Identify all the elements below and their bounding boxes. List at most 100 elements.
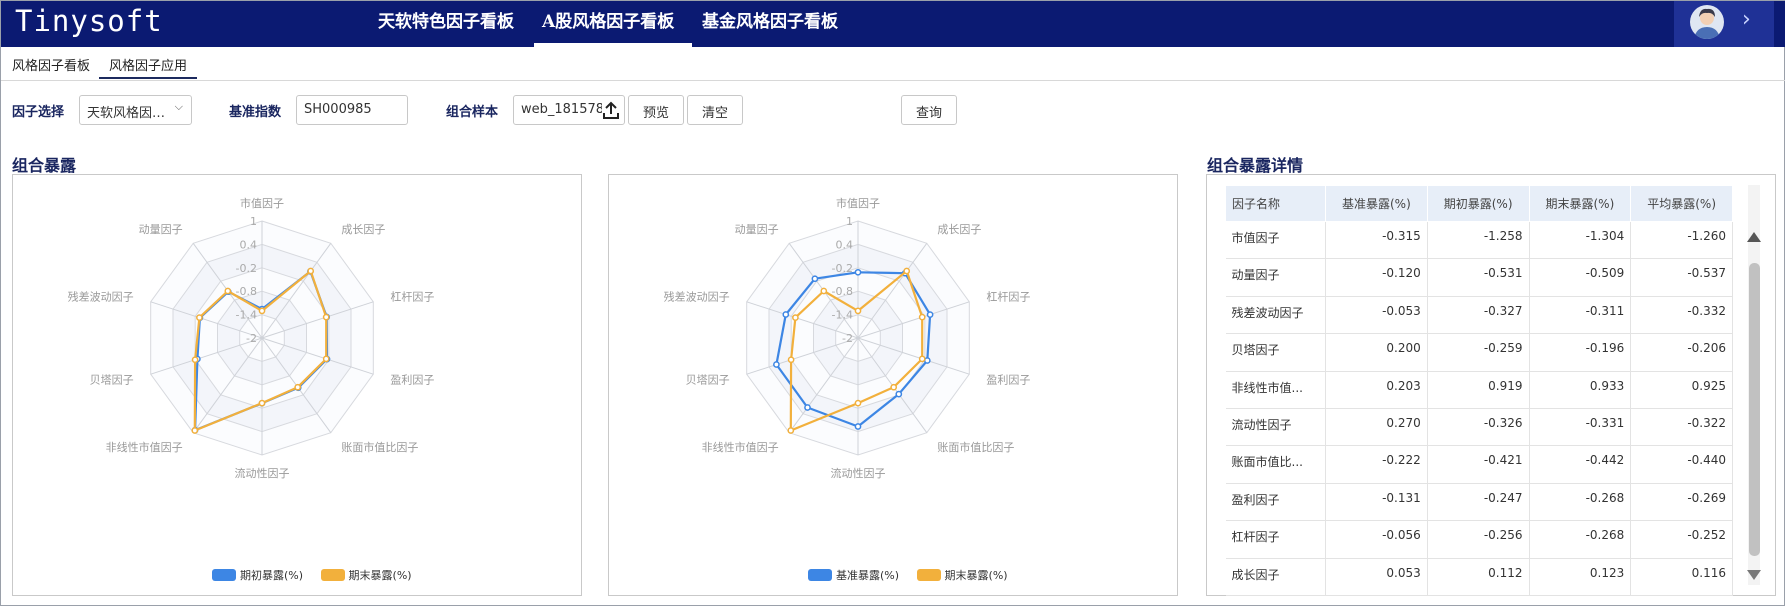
radar-data-point	[224, 287, 232, 295]
table-row[interactable]: 动量因子 -0.120 -0.531 -0.509 -0.537	[1225, 258, 1733, 297]
nav-tab-fund-style[interactable]: 基金风格因子看板	[702, 7, 838, 32]
exposure-detail-panel: 因子名称 基准暴露(%) 期初暴露(%) 期末暴露(%) 平均暴露(%) 市值因子 -0.…	[1206, 174, 1776, 596]
radar-data-point	[854, 307, 862, 315]
exposure-detail-title: 组合暴露详情	[1207, 156, 1304, 175]
exposure-value-cell: -0.537	[1630, 258, 1733, 297]
radar-indicator-label: 贝塔因子	[90, 374, 134, 387]
radar-data-point	[903, 267, 911, 275]
radar-data-point	[926, 311, 934, 318]
radar-data-point	[294, 383, 302, 391]
exposure-value-cell: -0.268	[1529, 483, 1632, 522]
table-row[interactable]: 账面市值比... -0.222 -0.421 -0.442 -0.440	[1225, 445, 1733, 484]
factor-name-cell: 动量因子	[1225, 258, 1326, 297]
radar-chart-period: 10.4-0.2-0.8-1.4-2市值因子成长因子杠杆因子盈利因子账面市值比因…	[68, 196, 435, 480]
radar-data-point	[258, 399, 266, 407]
radar-panel-1: 1 0.4 -0.2 -0.8 -1.4 -2 市值因子 成长因子 杠杆因子 盈利因子 账面市值比因…	[12, 174, 582, 596]
exposure-value-cell: -0.131	[1325, 483, 1428, 522]
benchmark-index-label: 基准指数	[229, 105, 282, 120]
exposure-value-cell: -0.332	[1630, 296, 1733, 335]
factor-select-dropdown[interactable]: 天软风格因… ⌵	[79, 95, 192, 125]
table-row[interactable]: 市值因子 -0.315 -1.258 -1.304 -1.260	[1225, 221, 1733, 260]
exposure-value-cell: 0.270	[1325, 408, 1428, 447]
exposure-value-cell: 0.933	[1529, 371, 1632, 409]
table-scrollbar[interactable]	[1737, 185, 1771, 585]
radar-data-point	[918, 355, 926, 363]
radar-chart-benchmark: 10.4-0.2-0.8-1.4-2市值因子成长因子杠杆因子盈利因子账面市值比因…	[664, 196, 1031, 480]
table-row[interactable]: 杠杆因子 -0.056 -0.256 -0.268 -0.252	[1225, 520, 1733, 559]
table-row[interactable]: 成长因子 0.053 0.112 0.123 0.116	[1225, 558, 1733, 596]
exposure-value-cell: -0.056	[1325, 520, 1428, 559]
query-button[interactable]: 查询	[901, 95, 957, 125]
radar-tick-label: -1.4	[236, 309, 257, 322]
benchmark-index-input[interactable]: SH000985	[296, 95, 408, 125]
radar-data-point	[773, 361, 780, 368]
table-row[interactable]: 盈利因子 -0.131 -0.247 -0.268 -0.269	[1225, 483, 1733, 522]
table-header-cell: 基准暴露(%)	[1325, 185, 1428, 222]
exposure-value-cell: 0.123	[1529, 558, 1632, 596]
preview-button[interactable]: 预览	[628, 95, 684, 125]
exposure-value-cell: -0.509	[1529, 258, 1632, 297]
legend-label[interactable]: 期初暴露(%)	[240, 567, 303, 583]
exposure-value-cell: -0.440	[1630, 445, 1733, 484]
exposure-value-cell: -0.247	[1427, 483, 1530, 522]
radar-data-point	[258, 307, 266, 315]
portfolio-sample-value: web_1815786	[521, 102, 613, 117]
legend-label[interactable]: 基准暴露(%)	[836, 567, 899, 583]
radar-indicator-label: 市值因子	[836, 196, 880, 210]
table-row[interactable]: 非线性市值... 0.203 0.919 0.933 0.925	[1225, 371, 1733, 409]
subtab-style-factor-board[interactable]: 风格因子看板	[12, 55, 90, 74]
radar-data-point	[787, 427, 795, 434]
exposure-value-cell: -0.331	[1529, 408, 1632, 447]
factor-name-cell: 非线性市值...	[1225, 371, 1326, 409]
exposure-value-cell: 0.919	[1427, 371, 1530, 409]
upload-icon[interactable]	[602, 100, 620, 120]
app-logo: Tinysoft	[15, 4, 163, 38]
user-avatar-icon[interactable]	[1690, 5, 1724, 39]
factor-name-cell: 贝塔因子	[1225, 333, 1326, 372]
legend-label[interactable]: 期末暴露(%)	[945, 567, 1008, 583]
nav-tab-a-share-style[interactable]: A股风格因子看板	[542, 7, 674, 32]
radar-indicator-label: 盈利因子	[986, 374, 1030, 387]
radar-tick-label: -2	[842, 332, 853, 345]
exposure-value-cell: -0.311	[1529, 296, 1632, 335]
scroll-down-icon[interactable]	[1747, 570, 1761, 580]
exposure-value-cell: -1.304	[1529, 221, 1632, 260]
radar-indicator-label: 成长因子	[937, 223, 981, 236]
radar-tick-label: 0.4	[240, 238, 258, 251]
exposure-value-cell: -0.442	[1529, 445, 1632, 484]
radar-indicator-label: 盈利因子	[390, 374, 434, 387]
radar-indicator-label: 账面市值比因子	[341, 440, 418, 454]
scrollbar-thumb[interactable]	[1749, 263, 1760, 556]
table-row[interactable]: 残差波动因子 -0.053 -0.327 -0.311 -0.332	[1225, 296, 1733, 335]
table-row[interactable]: 贝塔因子 0.200 -0.259 -0.196 -0.206	[1225, 333, 1733, 372]
radar-tick-label: 1	[846, 215, 853, 228]
table-header-cell: 因子名称	[1225, 185, 1326, 222]
legend-swatch-blue	[808, 569, 832, 581]
user-menu[interactable]: ›	[1674, 1, 1774, 47]
chevron-right-icon[interactable]: ›	[1742, 7, 1751, 32]
exposure-value-cell: 0.200	[1325, 333, 1428, 372]
top-navigation-bar: Tinysoft 天软特色因子看板 A股风格因子看板 基金风格因子看板 ›	[1, 1, 1785, 47]
table-header-cell: 平均暴露(%)	[1630, 185, 1733, 222]
radar-indicator-label: 杠杆因子	[390, 289, 434, 303]
portfolio-sample-input[interactable]: web_1815786	[513, 95, 625, 125]
radar-indicator-label: 账面市值比因子	[937, 440, 1014, 454]
factor-name-cell: 杠杆因子	[1225, 520, 1326, 559]
subtab-style-factor-application[interactable]: 风格因子应用	[109, 55, 187, 74]
exposure-value-cell: 0.053	[1325, 558, 1428, 596]
radar-indicator-label: 市值因子	[240, 196, 284, 210]
exposure-value-cell: -0.322	[1630, 408, 1733, 447]
clear-button[interactable]: 清空	[687, 95, 743, 125]
radar-data-point	[854, 268, 862, 276]
exposure-value-cell: -0.252	[1630, 520, 1733, 559]
legend-label[interactable]: 期末暴露(%)	[349, 567, 412, 583]
scroll-up-icon[interactable]	[1747, 232, 1761, 242]
exposure-value-cell: -0.315	[1325, 221, 1428, 260]
radar-data-point	[854, 399, 862, 407]
radar-indicator-label: 非线性市值因子	[106, 440, 183, 454]
radar-data-point	[322, 313, 330, 321]
radar-data-point	[782, 311, 790, 318]
nav-tab-tinysoft-factors[interactable]: 天软特色因子看板	[378, 7, 514, 32]
table-row[interactable]: 流动性因子 0.270 -0.326 -0.331 -0.322	[1225, 408, 1733, 447]
exposure-value-cell: -0.269	[1630, 483, 1733, 522]
